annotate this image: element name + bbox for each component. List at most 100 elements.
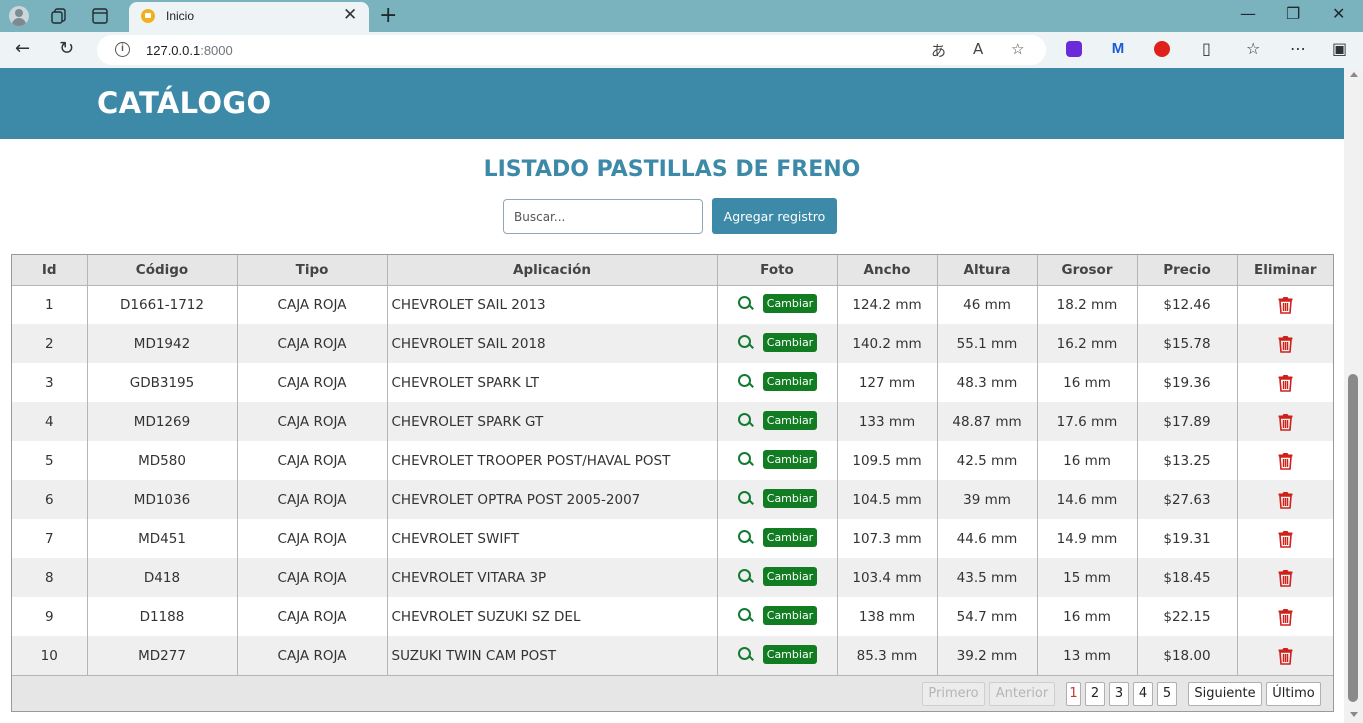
delete-trash-icon[interactable] xyxy=(1277,608,1294,626)
profile-avatar-icon[interactable] xyxy=(9,6,29,26)
change-photo-button[interactable]: Cambiar xyxy=(762,566,818,586)
cell-foto: Cambiar xyxy=(717,285,838,324)
cell-aplicacion: SUZUKI TWIN CAM POST xyxy=(387,636,718,675)
minimize-button[interactable]: — xyxy=(1240,4,1256,23)
translate-icon[interactable]: あ xyxy=(931,40,946,61)
change-photo-button[interactable]: Cambiar xyxy=(762,644,818,664)
cell-eliminar xyxy=(1237,519,1333,558)
close-window-button[interactable]: ✕ xyxy=(1332,4,1345,23)
cell-altura: 48.3 mm xyxy=(937,363,1038,402)
delete-trash-icon[interactable] xyxy=(1277,374,1294,392)
cell-aplicacion: CHEVROLET SPARK GT xyxy=(387,402,718,441)
next-page-button[interactable]: Siguiente xyxy=(1188,682,1262,706)
view-photo-search-icon[interactable] xyxy=(737,295,754,312)
change-photo-button[interactable]: Cambiar xyxy=(762,332,818,352)
view-photo-search-icon[interactable] xyxy=(737,646,754,663)
read-aloud-icon[interactable]: A xyxy=(973,40,983,58)
first-page-button[interactable]: Primero xyxy=(922,682,985,706)
cell-grosor: 18.2 mm xyxy=(1037,285,1138,324)
extension-purple-icon[interactable] xyxy=(1066,41,1082,57)
cell-ancho: 107.3 mm xyxy=(837,519,938,558)
address-bar[interactable]: i 127.0.0.1:8000 あ A ☆ xyxy=(97,35,1046,65)
cell-codigo: MD451 xyxy=(87,519,238,558)
tab-actions-icon[interactable] xyxy=(90,6,110,26)
change-photo-button[interactable]: Cambiar xyxy=(762,371,818,391)
view-photo-search-icon[interactable] xyxy=(737,451,754,468)
column-header: Foto xyxy=(717,255,838,286)
cell-foto: Cambiar xyxy=(717,441,838,480)
tab-title: Inicio xyxy=(166,9,195,23)
cell-id: 9 xyxy=(12,597,88,636)
change-photo-button[interactable]: Cambiar xyxy=(762,605,818,625)
split-screen-icon[interactable]: ▯ xyxy=(1202,39,1211,58)
favorites-icon[interactable]: ☆ xyxy=(1246,39,1260,58)
delete-trash-icon[interactable] xyxy=(1277,491,1294,509)
previous-page-button[interactable]: Anterior xyxy=(989,682,1055,706)
page-button-5[interactable]: 5 xyxy=(1157,682,1177,706)
cell-eliminar xyxy=(1237,324,1333,363)
back-arrow-icon[interactable]: ← xyxy=(15,38,30,59)
last-page-button[interactable]: Último xyxy=(1266,682,1321,706)
cell-precio: $13.25 xyxy=(1137,441,1238,480)
change-photo-button[interactable]: Cambiar xyxy=(762,410,818,430)
view-photo-search-icon[interactable] xyxy=(737,607,754,624)
cell-foto: Cambiar xyxy=(717,324,838,363)
cell-precio: $19.36 xyxy=(1137,363,1238,402)
favorite-star-icon[interactable]: ☆ xyxy=(1011,40,1024,58)
url-text[interactable]: 127.0.0.1:8000 xyxy=(146,43,233,58)
browser-tab-strip: Inicio ✕ + — ❐ ✕ xyxy=(0,0,1363,32)
view-photo-search-icon[interactable] xyxy=(737,529,754,546)
delete-trash-icon[interactable] xyxy=(1277,452,1294,470)
view-photo-search-icon[interactable] xyxy=(737,412,754,429)
extension-m-icon[interactable]: M xyxy=(1110,41,1126,57)
view-photo-search-icon[interactable] xyxy=(737,490,754,507)
view-photo-search-icon[interactable] xyxy=(737,373,754,390)
page-button-4[interactable]: 4 xyxy=(1133,682,1153,706)
page-button-3[interactable]: 3 xyxy=(1109,682,1129,706)
cell-aplicacion: CHEVROLET SPARK LT xyxy=(387,363,718,402)
cell-eliminar xyxy=(1237,480,1333,519)
delete-trash-icon[interactable] xyxy=(1277,647,1294,665)
tab-close-icon[interactable]: ✕ xyxy=(343,5,357,25)
scroll-down-arrow-icon[interactable] xyxy=(1350,712,1358,717)
view-photo-search-icon[interactable] xyxy=(737,334,754,351)
sidebar-icon[interactable]: ▣ xyxy=(1332,39,1347,58)
cell-tipo: CAJA ROJA xyxy=(237,402,388,441)
delete-trash-icon[interactable] xyxy=(1277,569,1294,587)
cell-tipo: CAJA ROJA xyxy=(237,597,388,636)
refresh-icon[interactable]: ↻ xyxy=(59,38,74,59)
scrollbar-thumb[interactable] xyxy=(1348,374,1358,702)
page-scrollbar[interactable] xyxy=(1344,68,1363,723)
cell-foto: Cambiar xyxy=(717,636,838,675)
restore-button[interactable]: ❐ xyxy=(1286,4,1300,23)
brand-title[interactable]: CATÁLOGO xyxy=(97,86,271,120)
add-record-button[interactable]: Agregar registro xyxy=(712,198,837,234)
cell-codigo: MD1942 xyxy=(87,324,238,363)
delete-trash-icon[interactable] xyxy=(1277,335,1294,353)
view-photo-search-icon[interactable] xyxy=(737,568,754,585)
cell-precio: $18.00 xyxy=(1137,636,1238,675)
site-info-icon[interactable]: i xyxy=(115,42,130,57)
extension-shield-icon[interactable] xyxy=(1154,41,1170,57)
cell-precio: $15.78 xyxy=(1137,324,1238,363)
workspaces-icon[interactable] xyxy=(49,6,69,26)
cell-ancho: 124.2 mm xyxy=(837,285,938,324)
browser-tab[interactable]: Inicio ✕ xyxy=(129,2,369,32)
cell-aplicacion: CHEVROLET SUZUKI SZ DEL xyxy=(387,597,718,636)
change-photo-button[interactable]: Cambiar xyxy=(762,488,818,508)
page-button-1[interactable]: 1 xyxy=(1066,682,1081,706)
change-photo-button[interactable]: Cambiar xyxy=(762,293,818,313)
change-photo-button[interactable]: Cambiar xyxy=(762,527,818,547)
scroll-up-arrow-icon[interactable] xyxy=(1350,72,1358,77)
delete-trash-icon[interactable] xyxy=(1277,530,1294,548)
delete-trash-icon[interactable] xyxy=(1277,296,1294,314)
cell-foto: Cambiar xyxy=(717,519,838,558)
search-input[interactable] xyxy=(503,199,703,234)
change-photo-button[interactable]: Cambiar xyxy=(762,449,818,469)
page-button-2[interactable]: 2 xyxy=(1085,682,1105,706)
more-menu-icon[interactable]: ⋯ xyxy=(1290,39,1306,58)
cell-eliminar xyxy=(1237,597,1333,636)
table-row: 9 D1188 CAJA ROJA CHEVROLET SUZUKI SZ DEL Ca… xyxy=(12,597,1333,636)
new-tab-button[interactable]: + xyxy=(379,3,397,28)
delete-trash-icon[interactable] xyxy=(1277,413,1294,431)
